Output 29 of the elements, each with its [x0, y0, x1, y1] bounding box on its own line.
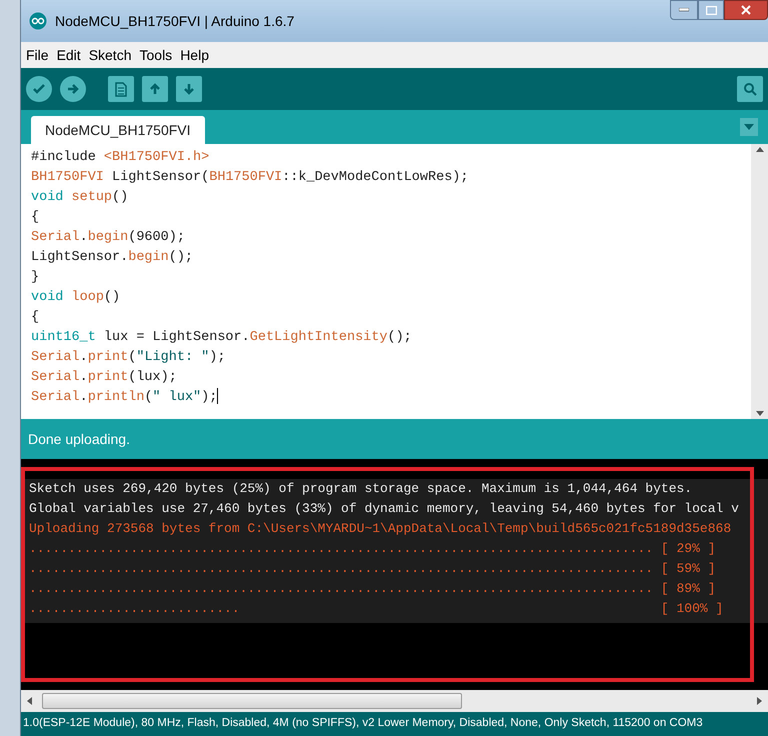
code-line: void loop(): [31, 289, 120, 307]
menu-item[interactable]: Help: [179, 44, 210, 66]
code-line: void setup(): [31, 189, 128, 207]
code-line: uint16_t lux = LightSensor.GetLightIntensity();: [31, 329, 412, 347]
code-line: LightSensor.begin();: [31, 249, 194, 267]
code-line: #include <BH1750FVI.h>: [31, 149, 210, 167]
status-message: Done uploading.: [28, 430, 130, 449]
console-line: ................................................................................ [ 29% ]: [29, 540, 716, 558]
console-line: Global variables use 27,460 bytes (33%) of dynamic memory, leaving 54,460 bytes for local v: [29, 500, 739, 518]
menu-item[interactable]: Sketch: [88, 44, 132, 66]
code-line: {: [31, 309, 40, 327]
window-title: NodeMCU_BH1750FVI | Arduino 1.6.7: [55, 12, 294, 31]
code-line: Serial.begin(9600);: [31, 229, 185, 247]
console-line: ................................................................................ [ 59% ]: [29, 560, 716, 578]
code-line: Serial.print(lux);: [31, 369, 177, 387]
menu-item[interactable]: Tools: [138, 44, 174, 66]
board-settings-text: 1.0(ESP-12E Module), 80 MHz, Flash, Disabled, 4M (no SPIFFS), v2 Lower Memory, Disabled, None, Only Sketch, 115200 on COM3: [23, 716, 703, 732]
console-line: Sketch uses 269,420 bytes (25%) of program storage space. Maximum is 1,044,464 bytes.: [29, 480, 692, 498]
code-line: }: [31, 269, 40, 287]
code-line: Serial.print("Light: ");: [31, 349, 226, 367]
console-line: Uploading 273568 bytes from C:\Users\MYARDU~1\AppData\Local\Temp\build565c021fc5189d35e868: [29, 520, 732, 538]
menu-item[interactable]: Edit: [56, 44, 82, 66]
console-line: ................................................................................ [ 89% ]: [29, 580, 716, 598]
sketch-tab[interactable]: NodeMCU_BH1750FVI: [31, 116, 205, 144]
code-line: Serial.println(" lux");: [31, 388, 218, 407]
console-line: ........................... [ 100% ]: [29, 600, 724, 618]
code-line: BH1750FVI LightSensor(BH1750FVI::k_DevModeContLowRes);: [31, 169, 469, 187]
menu-item[interactable]: File: [25, 44, 50, 66]
code-line: {: [31, 209, 40, 227]
